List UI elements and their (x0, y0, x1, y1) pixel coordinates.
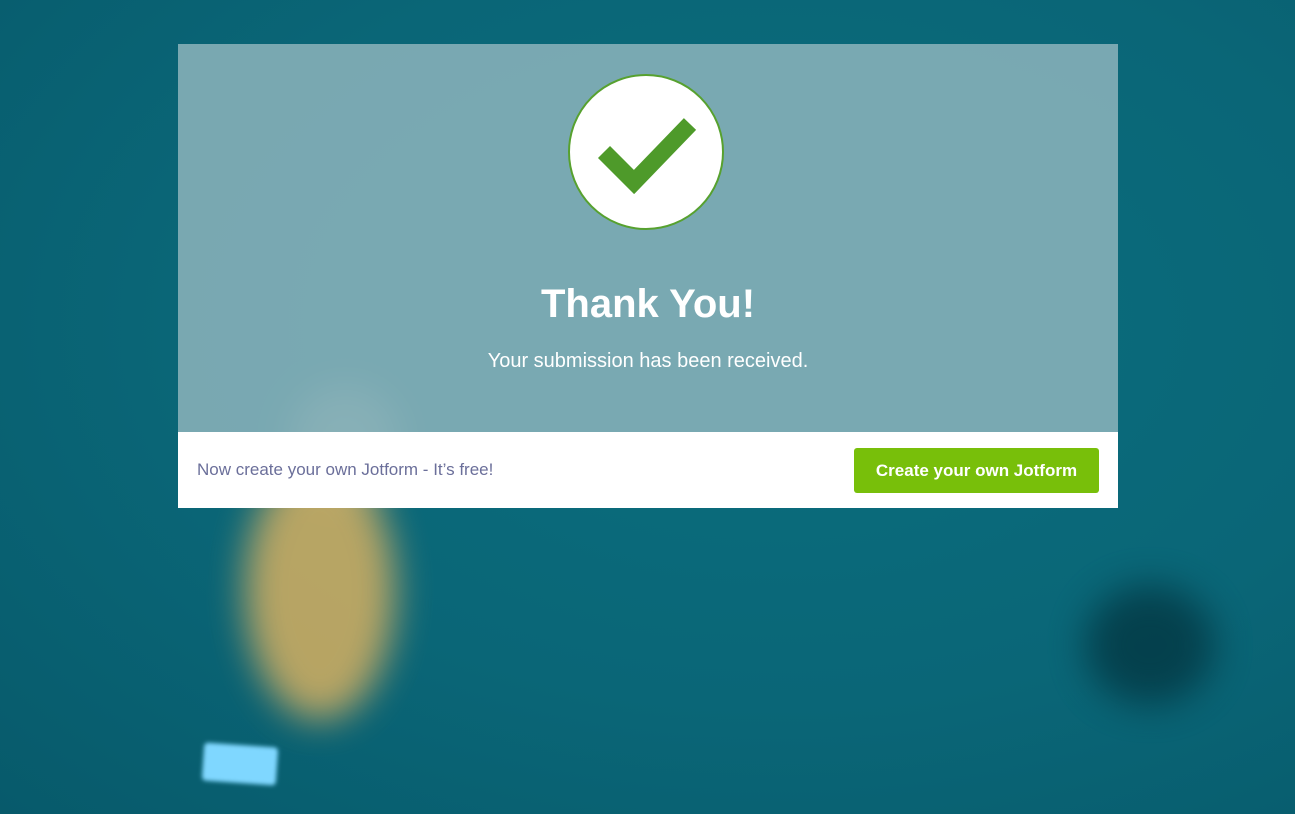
create-jotform-button[interactable]: Create your own Jotform (854, 448, 1099, 493)
promo-text: Now create your own Jotform - It’s free! (197, 460, 494, 479)
page-title: Thank You! (540, 282, 756, 326)
confirmation-panel: Thank You! Your submission has been rece… (178, 44, 1118, 432)
promo-footer: Now create your own Jotform - It’s free!… (178, 432, 1118, 508)
success-badge (568, 74, 724, 230)
submission-message: Your submission has been received. (487, 350, 809, 372)
background-blur-dark (1085, 585, 1215, 705)
checkmark-icon (597, 118, 697, 194)
thank-you-card: Thank You! Your submission has been rece… (178, 44, 1118, 508)
page-background: Thank You! Your submission has been rece… (0, 0, 1295, 814)
background-blur-blue (201, 742, 279, 786)
